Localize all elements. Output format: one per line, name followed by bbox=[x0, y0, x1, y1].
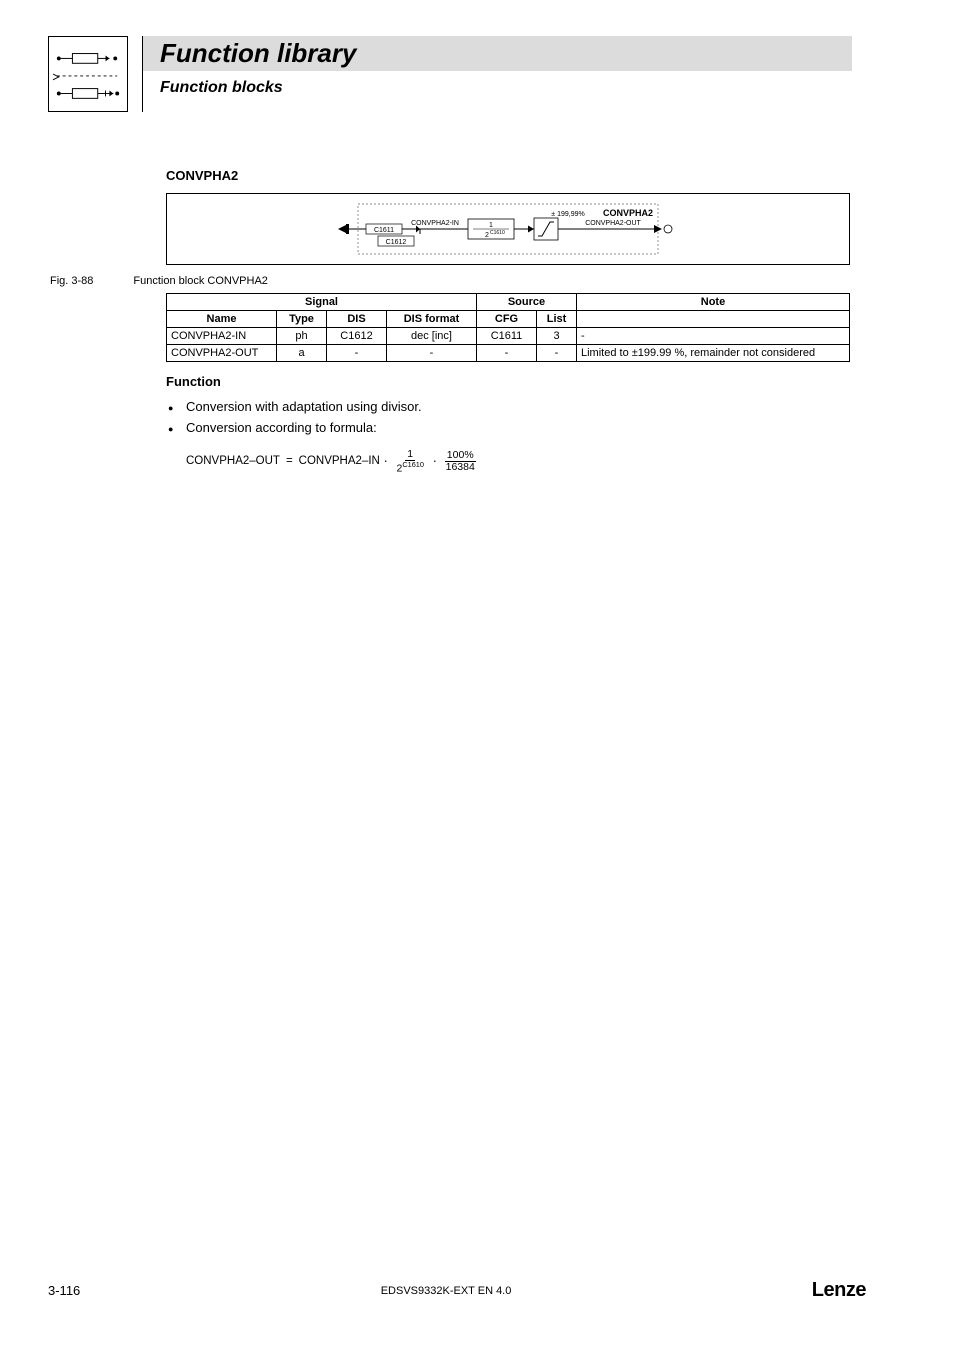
page-number: 3-116 bbox=[48, 1283, 80, 1298]
function-bullets: Conversion with adaptation using divisor… bbox=[168, 397, 850, 439]
title-bar: Function library bbox=[142, 36, 852, 71]
main-content: CONVPHA2 CONVPHA2 ± 199,99% C1611 C1612 … bbox=[166, 168, 850, 474]
doc-id: EDSVS9332K-EXT EN 4.0 bbox=[381, 1285, 512, 1297]
diagram-c1612: C1612 bbox=[386, 239, 407, 246]
page-header: Function library Function blocks bbox=[0, 0, 954, 112]
th-type: Type bbox=[277, 311, 327, 328]
th-cfg: CFG bbox=[477, 311, 537, 328]
formula-lhs: CONVPHA2–OUT bbox=[186, 455, 280, 467]
formula-frac2: 100% 16384 bbox=[444, 450, 477, 473]
table-row: CONVPHA2-OUT a - - - - Limited to ±199.9… bbox=[167, 345, 850, 362]
figure-caption: Function block CONVPHA2 bbox=[133, 275, 268, 287]
block-diagram: CONVPHA2 ± 199,99% C1611 C1612 CONVPHA2-… bbox=[166, 193, 850, 265]
diagram-limit: ± 199,99% bbox=[551, 211, 584, 218]
header-icon bbox=[48, 36, 128, 112]
page-footer: 3-116 EDSVS9332K-EXT EN 4.0 Lenze bbox=[48, 1279, 866, 1302]
page-subtitle: Function blocks bbox=[160, 79, 954, 97]
header-divider bbox=[142, 36, 143, 112]
th-signal: Signal bbox=[167, 294, 477, 311]
diagram-frac-base: 2 bbox=[485, 232, 489, 239]
formula-eq: = bbox=[286, 455, 293, 467]
section-heading: CONVPHA2 bbox=[166, 168, 850, 183]
diagram-frac-num: 1 bbox=[489, 222, 493, 229]
th-source: Source bbox=[477, 294, 577, 311]
formula: CONVPHA2–OUT = CONVPHA2–IN ⋅ 1 2C1610 ⋅ … bbox=[186, 449, 850, 475]
figure-number: Fig. 3-88 bbox=[50, 275, 93, 287]
formula-dot1: ⋅ bbox=[384, 454, 388, 468]
signal-table: Signal Source Note Name Type DIS DIS for… bbox=[166, 293, 850, 362]
diagram-in-label: CONVPHA2-IN bbox=[411, 220, 459, 227]
table-row: CONVPHA2-IN ph C1612 dec [inc] C1611 3 - bbox=[167, 328, 850, 345]
formula-frac1: 1 2C1610 bbox=[394, 449, 425, 475]
th-note2 bbox=[577, 311, 850, 328]
th-list: List bbox=[537, 311, 577, 328]
diagram-title: CONVPHA2 bbox=[603, 208, 653, 218]
th-disformat: DIS format bbox=[387, 311, 477, 328]
diagram-out-label: CONVPHA2-OUT bbox=[585, 220, 641, 227]
formula-rhs1: CONVPHA2–IN bbox=[299, 455, 380, 467]
brand-logo: Lenze bbox=[812, 1279, 866, 1302]
function-heading: Function bbox=[166, 374, 850, 389]
th-name: Name bbox=[167, 311, 277, 328]
figure-caption-row: Fig. 3-88 Function block CONVPHA2 bbox=[50, 275, 850, 287]
th-note: Note bbox=[577, 294, 850, 311]
diagram-frac-exp: C1610 bbox=[490, 230, 505, 236]
list-item: Conversion with adaptation using divisor… bbox=[168, 397, 850, 418]
formula-dot2: ⋅ bbox=[433, 454, 437, 468]
page-title: Function library bbox=[160, 38, 842, 69]
th-dis: DIS bbox=[327, 311, 387, 328]
list-item: Conversion according to formula: bbox=[168, 418, 850, 439]
diagram-c1611: C1611 bbox=[374, 227, 394, 234]
